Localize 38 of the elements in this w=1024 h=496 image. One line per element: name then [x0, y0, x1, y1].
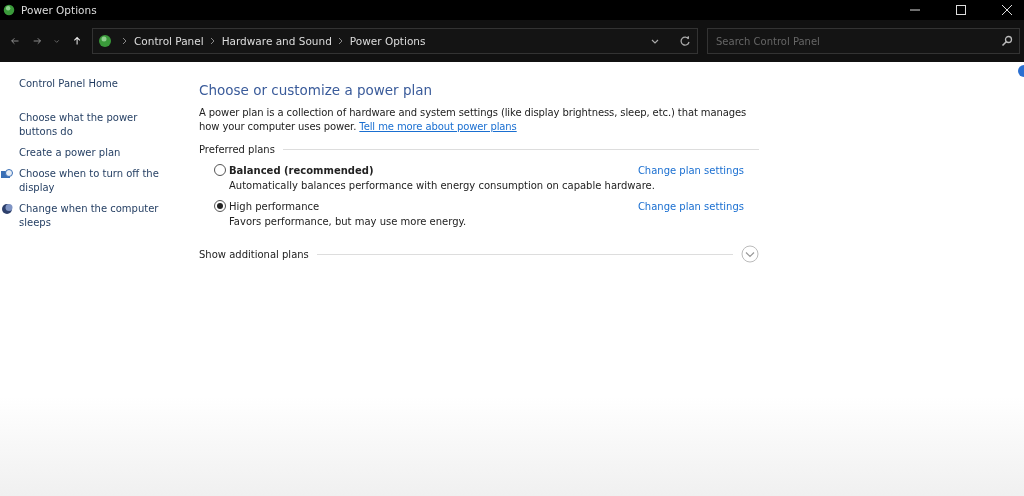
radio-button[interactable] [214, 200, 226, 212]
up-arrow-icon[interactable] [72, 35, 81, 47]
search-field[interactable]: Search Control Panel [714, 34, 1001, 48]
monitor-clock-icon [1, 168, 13, 180]
change-plan-settings-link[interactable]: Change plan settings [637, 164, 744, 176]
forward-arrow-icon[interactable] [33, 35, 42, 47]
window-title: Power Options [21, 4, 97, 16]
search-icon [1001, 35, 1013, 47]
section-label: Preferred plans [199, 144, 275, 155]
radio-button[interactable] [214, 164, 226, 176]
chevron-icon [209, 37, 216, 45]
chevron-icon [122, 37, 128, 45]
search-bar[interactable]: Search Control Panel [707, 28, 1020, 54]
plan-description: Favors performance, but may use more energy. [228, 216, 468, 227]
breadcrumb[interactable]: Power Options [349, 35, 426, 47]
sidebar-link[interactable]: Create a power plan [19, 146, 169, 160]
plan-name: High performance [229, 200, 320, 212]
address-bar[interactable]: Control Panel Hardware and Sound Power Options [92, 28, 698, 54]
plan-name: Balanced (recommended) [229, 164, 374, 176]
close-icon[interactable] [1002, 5, 1012, 15]
page-heading: Choose or customize a power plan [199, 82, 434, 98]
moon-icon [1, 203, 13, 215]
sidebar-link[interactable]: Choose when to turn off the display [19, 167, 169, 195]
sidebar-link[interactable]: Choose what the power buttons do [19, 111, 169, 139]
chevron-icon [337, 37, 344, 45]
back-arrow-icon[interactable] [11, 35, 20, 47]
dropdown-caret-icon[interactable] [651, 37, 659, 45]
plan-description: Automatically balances performance with energy consumption on capable hardware. [228, 180, 656, 191]
sidebar-link[interactable]: Control Panel Home [19, 77, 169, 91]
breadcrumb[interactable]: Control Panel [134, 35, 204, 47]
intro-text: A power plan is a collection of hardware and system settings (like display brightness, sleep, etc.) that manages how your computer uses power. Tell me more about power plans [199, 106, 748, 134]
breadcrumb[interactable]: Hardware and Sound [221, 35, 332, 47]
change-plan-settings-link[interactable]: Change plan settings [637, 200, 744, 212]
sidebar-link[interactable]: Change when the computer sleeps [19, 202, 169, 230]
maximize-icon[interactable] [956, 5, 966, 15]
show-additional-plans-label: Show additional plans [199, 248, 309, 260]
refresh-icon[interactable] [679, 35, 691, 47]
help-link[interactable]: Tell me more about power plans [359, 121, 517, 132]
